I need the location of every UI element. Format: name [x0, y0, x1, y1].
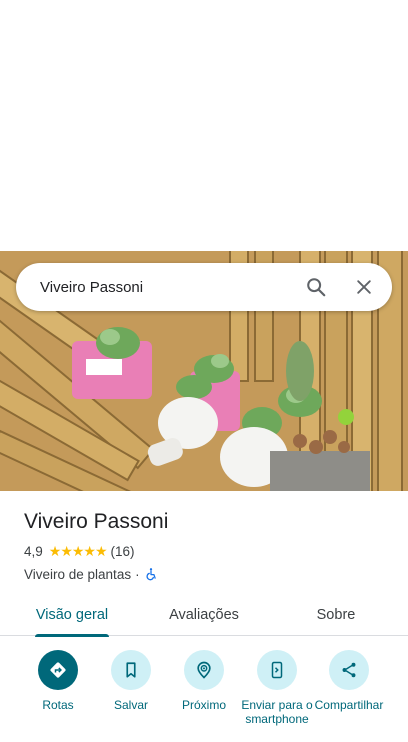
send-to-phone-button-circle[interactable]: [257, 650, 297, 690]
place-title: Viveiro Passoni: [24, 510, 169, 533]
send-to-phone-label: Enviar para o smartphone: [241, 698, 313, 726]
wheelchair-icon: [146, 568, 156, 581]
directions-button-circle[interactable]: [38, 650, 78, 690]
nearby-button-circle[interactable]: [184, 650, 224, 690]
search-icon: [307, 278, 326, 297]
close-button[interactable]: [340, 263, 388, 311]
separator: ·: [135, 566, 140, 582]
directions-label: Rotas: [42, 698, 74, 712]
star-rating: ★★★★★: [48, 542, 108, 559]
action-buttons: Rotas Salvar Próximo Enviar para o smart…: [0, 650, 408, 742]
directions-icon: [50, 662, 66, 678]
nearby-button[interactable]: Próximo: [167, 650, 241, 712]
save-button-circle[interactable]: [111, 650, 151, 690]
review-count: (16): [110, 543, 135, 559]
share-icon: [342, 662, 356, 678]
tab-bar: Visão geral Avaliações Sobre: [0, 594, 408, 637]
nearby-icon: [197, 661, 211, 679]
tab-overview-label: Visão geral: [35, 607, 109, 623]
directions-button[interactable]: Rotas: [21, 650, 95, 712]
save-button[interactable]: Salvar: [94, 650, 168, 712]
tab-active-indicator: [35, 634, 109, 637]
tab-overview[interactable]: Visão geral: [35, 594, 109, 637]
send-to-phone-icon: [271, 661, 283, 679]
share-button-circle[interactable]: [329, 650, 369, 690]
close-icon: [357, 280, 371, 294]
category-row: Viveiro de plantas ·: [24, 565, 384, 583]
place-category[interactable]: Viveiro de plantas: [24, 567, 131, 582]
place-info: Viveiro Passoni 4,9 ★★★★★ (16) Viveiro d…: [24, 508, 384, 583]
rating-row[interactable]: 4,9 ★★★★★ (16): [24, 542, 384, 560]
tab-reviews[interactable]: Avaliações: [164, 594, 244, 636]
bookmark-icon: [126, 662, 136, 678]
rating-value: 4,9: [24, 543, 43, 559]
save-label: Salvar: [113, 698, 148, 712]
tab-about-label: Sobre: [316, 607, 356, 623]
nearby-label: Próximo: [181, 698, 226, 712]
share-label: Compartilhar: [314, 698, 384, 712]
tab-about[interactable]: Sobre: [310, 594, 362, 636]
search-bar[interactable]: Viveiro Passoni: [16, 263, 392, 311]
share-button[interactable]: Compartilhar: [312, 650, 386, 712]
tab-reviews-label: Avaliações: [169, 607, 239, 623]
send-to-phone-button[interactable]: Enviar para o smartphone: [240, 650, 314, 726]
search-query[interactable]: Viveiro Passoni: [16, 279, 292, 296]
search-button[interactable]: [292, 263, 340, 311]
